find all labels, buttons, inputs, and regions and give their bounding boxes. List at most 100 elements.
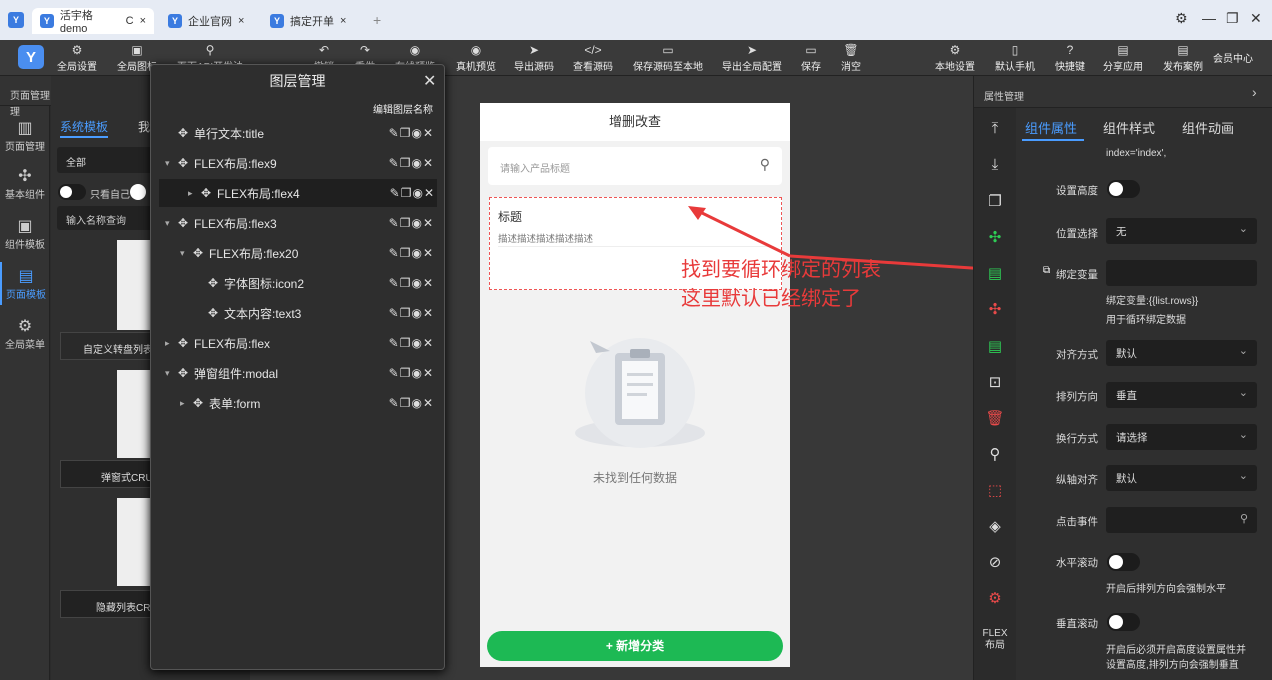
drag-handle-icon[interactable]: ✥ bbox=[178, 216, 188, 230]
edit-icon[interactable]: ✎ bbox=[389, 306, 400, 320]
delete-icon[interactable]: ✕ bbox=[423, 216, 434, 230]
cross-align-select[interactable]: 默认 ⌄ bbox=[1106, 465, 1257, 491]
drag-handle-icon[interactable]: ✥ bbox=[201, 186, 211, 200]
eye-icon[interactable]: ◉ bbox=[411, 276, 422, 290]
view-source-button[interactable]: </> 查看源码 bbox=[573, 42, 613, 73]
trash-icon[interactable]: 🗑 bbox=[983, 409, 1007, 427]
edit-icon[interactable]: ✎ bbox=[389, 216, 400, 230]
expand-arrow-icon[interactable]: ▸ bbox=[188, 188, 193, 199]
drag-handle-icon[interactable]: ✥ bbox=[193, 246, 203, 260]
local-settings-button[interactable]: ⚙ 本地设置 bbox=[935, 42, 975, 73]
drag-handle-icon[interactable]: ✥ bbox=[178, 156, 188, 170]
tab-component-props[interactable]: 组件属性 bbox=[1025, 118, 1077, 137]
copy-icon[interactable]: ❐ bbox=[400, 246, 412, 260]
close-icon[interactable]: × bbox=[140, 15, 146, 27]
layer-row[interactable]: ▸ ✥ FLEX布局:flex ✎❐◉✕ bbox=[151, 329, 444, 357]
edit-icon[interactable]: ✎ bbox=[389, 366, 400, 380]
layer-row[interactable]: ▾ ✥ 弹窗组件:modal ✎❐◉✕ bbox=[151, 359, 444, 387]
puzzle-remove-icon[interactable]: ✣ bbox=[983, 300, 1007, 318]
template-card[interactable]: 隐藏列表CR bbox=[60, 590, 152, 618]
save-local-button[interactable]: ▭ 保存源码至本地 bbox=[633, 42, 703, 73]
expand-arrow-icon[interactable]: ▾ bbox=[165, 368, 170, 379]
expand-arrow-icon[interactable]: ▾ bbox=[165, 158, 170, 169]
copy-icon[interactable]: ❐ bbox=[400, 126, 412, 140]
delete-icon[interactable]: ✕ bbox=[423, 396, 434, 410]
minimize-icon[interactable]: — bbox=[1202, 10, 1216, 26]
delete-icon[interactable]: ✕ bbox=[423, 246, 434, 260]
edit-icon[interactable]: ✎ bbox=[389, 156, 400, 170]
member-center-link[interactable]: 会员中心 bbox=[1213, 50, 1253, 65]
clear-button[interactable]: 🗑 消空 bbox=[841, 42, 861, 73]
close-icon[interactable]: × bbox=[238, 15, 244, 27]
eye-icon[interactable]: ◉ bbox=[411, 246, 422, 260]
bind-variable-input[interactable] bbox=[1106, 260, 1257, 286]
expand-arrow-icon[interactable]: ▾ bbox=[180, 248, 185, 259]
gear-icon[interactable]: ⚙ bbox=[983, 589, 1007, 607]
drag-handle-icon[interactable]: ✥ bbox=[193, 396, 203, 410]
click-event-input[interactable]: ⚲ bbox=[1106, 507, 1257, 533]
layer-row[interactable]: ▾ ✥ FLEX布局:flex3 ✎❐◉✕ bbox=[151, 209, 444, 237]
nav-basic-components[interactable]: ✣ 基本组件 bbox=[0, 166, 50, 201]
copy-icon[interactable]: ❐ bbox=[400, 306, 412, 320]
link-icon[interactable]: ⚲ bbox=[983, 445, 1007, 463]
edit-icon[interactable]: ✎ bbox=[389, 126, 400, 140]
drag-handle-icon[interactable]: ✥ bbox=[208, 306, 218, 320]
default-phone-button[interactable]: ▯ 默认手机 bbox=[995, 42, 1035, 73]
global-settings-button[interactable]: ⚙ 全局设置 bbox=[57, 42, 97, 73]
expand-arrow-icon[interactable]: ▾ bbox=[165, 218, 170, 229]
export-config-button[interactable]: ➤ 导出全局配置 bbox=[722, 42, 782, 73]
eye-icon[interactable]: ◉ bbox=[411, 336, 422, 350]
copy-icon[interactable]: ❐ bbox=[983, 192, 1007, 210]
eye-icon[interactable]: ◉ bbox=[411, 396, 422, 410]
layer-row[interactable]: ▾ ✥ FLEX布局:flex9 ✎❐◉✕ bbox=[151, 149, 444, 177]
list-icon[interactable]: ▤ bbox=[983, 264, 1007, 282]
copy-icon[interactable]: ❐ bbox=[400, 156, 412, 170]
layer-row[interactable]: ▸ ✥ FLEX布局:flex4 ✎❐◉✕ bbox=[159, 179, 437, 207]
direction-select[interactable]: 垂直 ⌄ bbox=[1106, 382, 1257, 408]
copy-icon[interactable]: ❐ bbox=[401, 186, 413, 200]
drag-handle-icon[interactable]: ✥ bbox=[178, 366, 188, 380]
template-card[interactable]: 自定义转盘列表 bbox=[60, 332, 152, 360]
settings-icon[interactable]: ⚙ bbox=[1175, 10, 1188, 27]
export-source-button[interactable]: ➤ 导出源码 bbox=[514, 42, 554, 73]
nav-page-templates[interactable]: ▤ 页面模板 bbox=[0, 262, 50, 305]
layer-row[interactable]: ✥ 单行文本:title ✎❐◉✕ bbox=[151, 119, 444, 147]
hscroll-toggle[interactable] bbox=[1107, 553, 1140, 571]
delete-icon[interactable]: ✕ bbox=[423, 336, 434, 350]
shortcuts-button[interactable]: ? 快捷键 bbox=[1055, 42, 1085, 73]
maximize-icon[interactable]: ❐ bbox=[1226, 10, 1239, 27]
drag-handle-icon[interactable]: ✥ bbox=[178, 336, 188, 350]
nav-component-templates[interactable]: ▣ 组件模板 bbox=[0, 216, 50, 251]
layer-row[interactable]: ✥ 文本内容:text3 ✎❐◉✕ bbox=[151, 299, 444, 327]
layer-row[interactable]: ▾ ✥ FLEX布局:flex20 ✎❐◉✕ bbox=[151, 239, 444, 267]
template-card[interactable]: 弹窗式CRU bbox=[60, 460, 152, 488]
tab-demo[interactable]: Y 活宇格demo C × bbox=[32, 8, 154, 35]
template-search-input[interactable]: 输入名称查询 bbox=[57, 206, 157, 230]
chevron-right-icon[interactable]: › bbox=[1252, 84, 1257, 100]
tab-system-templates[interactable]: 系统模板 bbox=[60, 118, 108, 135]
expand-arrow-icon[interactable]: ▸ bbox=[165, 338, 170, 349]
expand-arrow-icon[interactable]: ▸ bbox=[180, 398, 185, 409]
publish-case-button[interactable]: ▤ 发布案例 bbox=[1163, 42, 1203, 73]
eye-icon[interactable]: ◉ bbox=[411, 306, 422, 320]
search-icon[interactable]: ⚲ bbox=[760, 156, 770, 173]
delete-icon[interactable]: ✕ bbox=[423, 306, 434, 320]
puzzle-add-icon[interactable]: ✣ bbox=[983, 228, 1007, 246]
tab-company[interactable]: Y 企业官网 × bbox=[160, 8, 254, 34]
copy-icon[interactable]: ❐ bbox=[400, 336, 412, 350]
vscroll-toggle[interactable] bbox=[1107, 613, 1140, 631]
delete-icon[interactable]: ✕ bbox=[423, 156, 434, 170]
eye-icon[interactable]: ◉ bbox=[411, 366, 422, 380]
delete-icon[interactable]: ✕ bbox=[423, 366, 434, 380]
nav-page-manage[interactable]: ▥ 页面管理 bbox=[0, 118, 50, 153]
search-bar[interactable]: 请输入产品标题 ⚲ bbox=[488, 147, 782, 185]
layers-icon[interactable]: ◈ bbox=[983, 517, 1007, 535]
eye-icon[interactable]: ◉ bbox=[411, 216, 422, 230]
move-down-icon[interactable]: ⤓ bbox=[983, 156, 1007, 173]
delete-icon[interactable]: ✕ bbox=[423, 276, 434, 290]
copy-icon[interactable]: ❐ bbox=[400, 216, 412, 230]
close-icon[interactable]: ✕ bbox=[423, 71, 436, 91]
reload-icon[interactable]: C bbox=[126, 15, 134, 27]
device-preview-button[interactable]: ◉ 真机预览 bbox=[456, 42, 496, 73]
move-top-icon[interactable]: ⤒ bbox=[983, 120, 1007, 137]
